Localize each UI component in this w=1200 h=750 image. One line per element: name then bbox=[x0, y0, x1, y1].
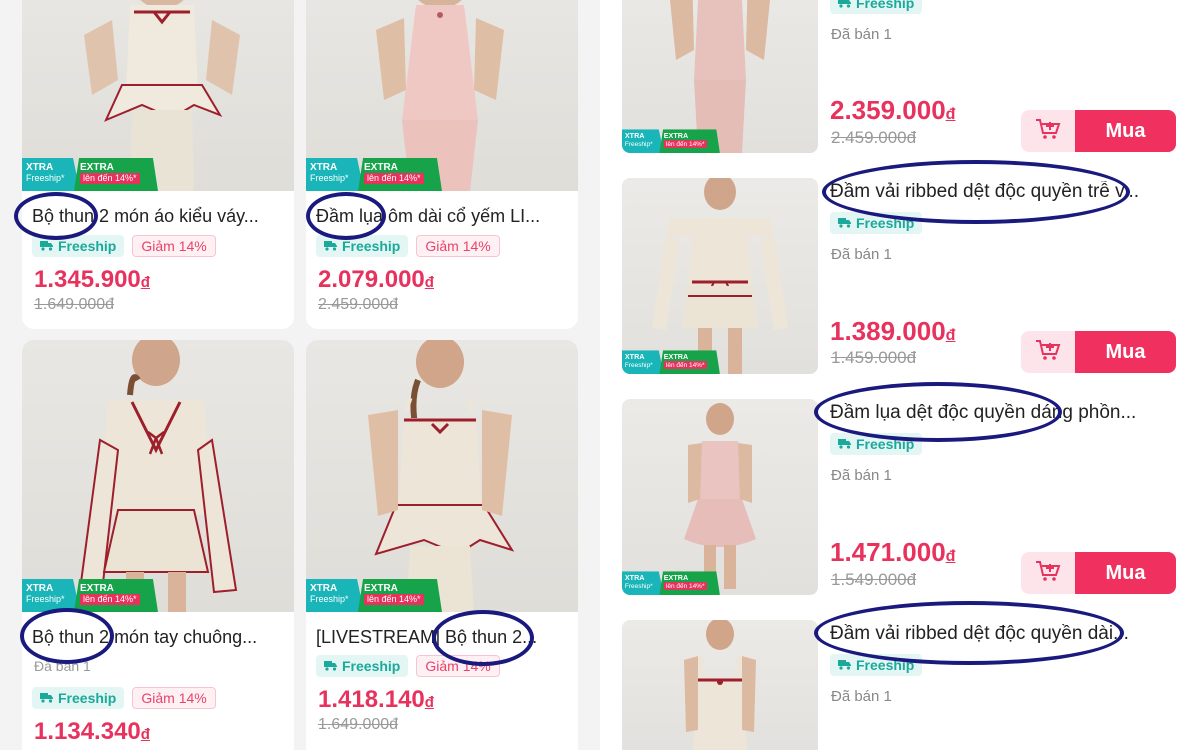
original-price: 2.459.000đ bbox=[831, 128, 917, 147]
product-price: 2.359.000đ bbox=[830, 95, 956, 125]
product-price: 2.079.000đ bbox=[318, 266, 434, 293]
add-to-cart-button[interactable] bbox=[1021, 110, 1075, 152]
product-image[interactable]: XTRA Freeship* EXTRA lên đến 14%* bbox=[22, 0, 294, 191]
truck-icon bbox=[40, 690, 54, 706]
xtra-freeship-badge: XTRA Freeship* EXTRA lên đến 14%* bbox=[306, 579, 442, 612]
add-to-cart-button[interactable] bbox=[1021, 552, 1075, 594]
product-title[interactable]: Bộ thun 2 món áo kiểu váy... bbox=[32, 206, 284, 227]
product-title[interactable]: Đầm vải ribbed dệt độc quyền trễ v... bbox=[830, 181, 1176, 203]
product-price: 1.389.000đ bbox=[830, 316, 956, 346]
xtra-freeship-badge: XTRA Freeship* EXTRA lên đến 14%* bbox=[622, 129, 720, 153]
xtra-freeship-badge: XTRA Freeship* EXTRA lên đến 14%* bbox=[622, 350, 720, 374]
product-title[interactable]: [LIVESTREAM] Bộ thun 2... bbox=[316, 627, 568, 648]
xtra-freeship-badge: XTRA Freeship* EXTRA lên đến 14%* bbox=[22, 579, 158, 612]
product-title[interactable]: Bộ thun 2 món tay chuông... bbox=[32, 627, 284, 648]
add-to-cart-button[interactable] bbox=[1021, 331, 1075, 373]
freeship-tag: Freeship bbox=[32, 687, 125, 709]
buy-button[interactable]: Mua bbox=[1075, 331, 1176, 373]
buy-button[interactable]: Mua bbox=[1075, 110, 1176, 152]
freeship-tag: Freeship bbox=[830, 0, 923, 14]
original-price: 1.549.000đ bbox=[831, 570, 917, 589]
truck-icon bbox=[838, 436, 852, 452]
discount-tag: Giảm 14% bbox=[132, 687, 216, 709]
truck-icon bbox=[324, 658, 338, 674]
product-grid: XTRA Freeship* EXTRA lên đến 14%* Bộ thun … bbox=[0, 0, 600, 750]
product-image[interactable]: XTRA Freeship* EXTRA lên đến 14%* bbox=[22, 340, 294, 612]
freeship-tag: Freeship bbox=[830, 433, 923, 455]
discount-tag: Giảm 14% bbox=[416, 655, 500, 677]
freeship-tag: Freeship bbox=[830, 654, 923, 676]
product-image[interactable]: XTRA Freeship* EXTRA lên đến 14%* bbox=[306, 0, 578, 191]
cart-plus-icon bbox=[1035, 339, 1061, 366]
freeship-tag: Freeship bbox=[316, 655, 409, 677]
product-price: 1.418.140đ bbox=[318, 686, 434, 713]
sold-count: Đã bán 1 bbox=[831, 26, 892, 43]
product-image[interactable] bbox=[622, 620, 818, 750]
product-image[interactable]: XTRA Freeship* EXTRA lên đến 14%* bbox=[306, 340, 578, 612]
original-price: 1.459.000đ bbox=[831, 348, 917, 367]
truck-icon bbox=[838, 215, 852, 231]
sold-count: Đã bán 1 bbox=[831, 467, 892, 484]
sold-count: Đã bán 1 bbox=[831, 688, 892, 705]
product-list: XTRA Freeship* EXTRA lên đến 14%* Freeship… bbox=[600, 0, 1200, 750]
product-title[interactable]: Đầm lụa dệt độc quyền dáng phồn... bbox=[830, 402, 1176, 424]
truck-icon bbox=[838, 0, 852, 11]
product-image[interactable]: XTRA Freeship* EXTRA lên đến 14%* bbox=[622, 399, 818, 595]
xtra-freeship-badge: XTRA Freeship* EXTRA lên đến 14%* bbox=[22, 158, 158, 191]
product-title[interactable]: Đầm vải ribbed dệt độc quyền dài... bbox=[830, 623, 1176, 645]
product-title[interactable]: Đầm lụa ôm dài cổ yếm LI... bbox=[316, 206, 568, 227]
buy-button[interactable]: Mua bbox=[1075, 552, 1176, 594]
sold-count: Đã bán 1 bbox=[831, 246, 892, 263]
product-card[interactable]: XTRA Freeship* EXTRA lên đến 14%* [LIVESTR… bbox=[306, 340, 578, 750]
freeship-tag: Freeship bbox=[316, 235, 409, 257]
truck-icon bbox=[40, 238, 54, 254]
xtra-freeship-badge: XTRA Freeship* EXTRA lên đến 14%* bbox=[622, 571, 720, 595]
product-price: 1.471.000đ bbox=[830, 537, 956, 567]
product-card[interactable]: XTRA Freeship* EXTRA lên đến 14%* Đầm lụa … bbox=[306, 0, 578, 329]
cart-plus-icon bbox=[1035, 560, 1061, 587]
sold-count: Đã bán 1 bbox=[34, 658, 91, 674]
product-card[interactable]: XTRA Freeship* EXTRA lên đến 14%* Bộ thun … bbox=[22, 340, 294, 750]
original-price: 1.649.000đ bbox=[34, 296, 115, 313]
cart-plus-icon bbox=[1035, 118, 1061, 145]
discount-tag: Giảm 14% bbox=[132, 235, 216, 257]
product-price: 1.134.340đ bbox=[34, 718, 150, 745]
product-price: 1.345.900đ bbox=[34, 266, 150, 293]
product-image[interactable]: XTRA Freeship* EXTRA lên đến 14%* bbox=[622, 0, 818, 153]
truck-icon bbox=[838, 657, 852, 673]
product-card[interactable]: XTRA Freeship* EXTRA lên đến 14%* Bộ thun … bbox=[22, 0, 294, 329]
product-image[interactable]: XTRA Freeship* EXTRA lên đến 14%* bbox=[622, 178, 818, 374]
original-price: 1.649.000đ bbox=[318, 716, 399, 733]
freeship-tag: Freeship bbox=[830, 212, 923, 234]
truck-icon bbox=[324, 238, 338, 254]
original-price: 2.459.000đ bbox=[318, 296, 399, 313]
freeship-tag: Freeship bbox=[32, 235, 125, 257]
xtra-freeship-badge: XTRA Freeship* EXTRA lên đến 14%* bbox=[306, 158, 442, 191]
discount-tag: Giảm 14% bbox=[416, 235, 500, 257]
